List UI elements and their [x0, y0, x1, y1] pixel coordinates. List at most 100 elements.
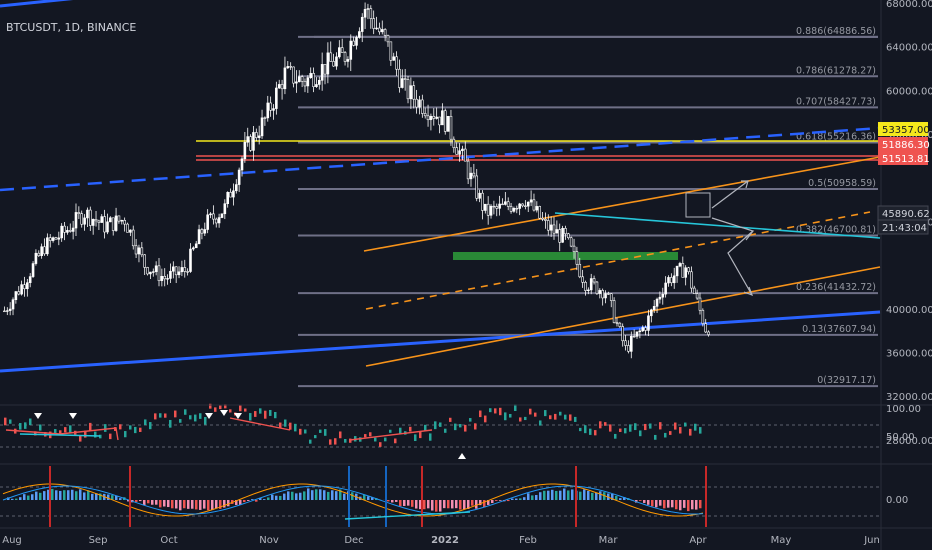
- candle-body: [635, 331, 639, 337]
- candle-body: [569, 237, 573, 247]
- rsi-bar: [684, 422, 687, 427]
- macd-histogram-bar: [407, 500, 410, 506]
- macd-histogram-bar: [207, 500, 210, 511]
- candle-body: [86, 209, 89, 219]
- candle-body: [280, 84, 284, 90]
- rsi-bar: [384, 437, 387, 442]
- candle-body: [601, 290, 604, 299]
- candle-body: [275, 87, 278, 109]
- candle-body: [458, 150, 461, 155]
- candle-body: [329, 52, 333, 62]
- candle-body: [415, 98, 418, 108]
- macd-histogram-bar: [35, 491, 38, 500]
- macd-histogram-bar: [167, 500, 170, 508]
- macd-histogram-bar: [91, 493, 94, 500]
- rsi-bar: [344, 438, 347, 443]
- candle-body: [11, 299, 15, 310]
- time-tick-label: Oct: [160, 535, 177, 546]
- candle-body: [34, 252, 38, 264]
- macd-histogram-bar: [79, 489, 82, 500]
- macd-histogram-bar: [459, 500, 462, 510]
- rsi-bar: [289, 422, 292, 430]
- rsi-bar: [559, 411, 562, 416]
- macd-histogram-bar: [191, 500, 194, 509]
- candle-body: [592, 278, 596, 283]
- candle-body: [598, 290, 602, 294]
- candle-body: [143, 254, 146, 268]
- rsi-bar: [239, 405, 242, 412]
- rsi-bar: [644, 423, 647, 431]
- candle-body: [63, 225, 66, 233]
- rsi-bar: [29, 418, 32, 426]
- candle-body: [80, 213, 84, 225]
- chart-background: [0, 0, 932, 550]
- rsi-bar: [669, 431, 672, 435]
- rsi-bar: [94, 431, 97, 438]
- macd-histogram-bar: [547, 490, 550, 500]
- candle-body: [684, 267, 687, 278]
- candle-body: [435, 116, 438, 119]
- macd-histogram-bar: [71, 489, 74, 500]
- candle-body: [363, 9, 367, 18]
- candle-body: [578, 263, 582, 278]
- macd-histogram-bar: [387, 500, 390, 502]
- macd-histogram-bar: [279, 495, 282, 500]
- candle-body: [272, 108, 275, 111]
- candle-body: [60, 225, 63, 239]
- price-tick-label: 32000.00: [886, 392, 932, 403]
- candle-body: [332, 61, 335, 67]
- rsi-bar: [499, 407, 502, 416]
- candle-body: [249, 136, 252, 151]
- candle-body: [200, 229, 204, 234]
- candle-body: [360, 16, 364, 32]
- candle-body: [260, 117, 264, 137]
- candle-body: [478, 192, 481, 199]
- candle-body: [189, 248, 192, 272]
- candle-body: [237, 169, 241, 185]
- price-tick-label: 64000.00: [886, 43, 932, 54]
- macd-histogram-bar: [519, 498, 522, 500]
- candle-body: [355, 37, 358, 46]
- candle-body: [94, 219, 98, 222]
- rsi-bar: [139, 427, 142, 432]
- rsi-bar: [259, 408, 262, 414]
- candle-body: [412, 85, 416, 100]
- candle-body: [57, 237, 61, 240]
- rsi-bar: [464, 424, 467, 432]
- rsi-bar: [564, 414, 567, 420]
- candle-body: [68, 230, 72, 232]
- candle-body: [74, 212, 78, 229]
- candle-body: [521, 203, 524, 207]
- rsi-bar: [504, 412, 507, 421]
- candle-body: [621, 326, 625, 342]
- macd-histogram-bar: [527, 493, 530, 500]
- rsi-bar: [674, 422, 677, 430]
- macd-histogram-bar: [523, 497, 526, 500]
- candle-body: [214, 218, 218, 224]
- macd-histogram-bar: [267, 497, 270, 500]
- macd-histogram-bar: [203, 500, 206, 509]
- rsi-bar: [144, 419, 147, 426]
- candle-body: [109, 217, 112, 223]
- rsi-bar: [659, 422, 662, 430]
- rsi-bar: [394, 438, 397, 444]
- candle-body: [495, 206, 499, 209]
- candle-body: [584, 282, 587, 291]
- macd-histogram-bar: [43, 491, 46, 500]
- candle-body: [475, 175, 479, 199]
- fib-label: 0.5(50958.59): [808, 178, 876, 189]
- candle-body: [240, 158, 244, 171]
- macd-histogram-bar: [299, 492, 302, 500]
- candle-body: [366, 8, 370, 10]
- fib-label: 0.236(41432.72): [796, 282, 876, 293]
- macd-histogram-bar: [687, 500, 690, 512]
- candle-body: [226, 192, 229, 204]
- candle-body: [234, 184, 238, 192]
- rsi-bar: [229, 409, 232, 413]
- macd-histogram-bar: [531, 495, 534, 500]
- candle-body: [192, 247, 195, 250]
- candle-body: [658, 296, 662, 300]
- macd-histogram-bar: [143, 500, 146, 506]
- price-chart[interactable]: 0.886(64886.56) 0.786(61278.27) 0.707(5842…: [0, 0, 932, 550]
- candle-body: [117, 215, 121, 222]
